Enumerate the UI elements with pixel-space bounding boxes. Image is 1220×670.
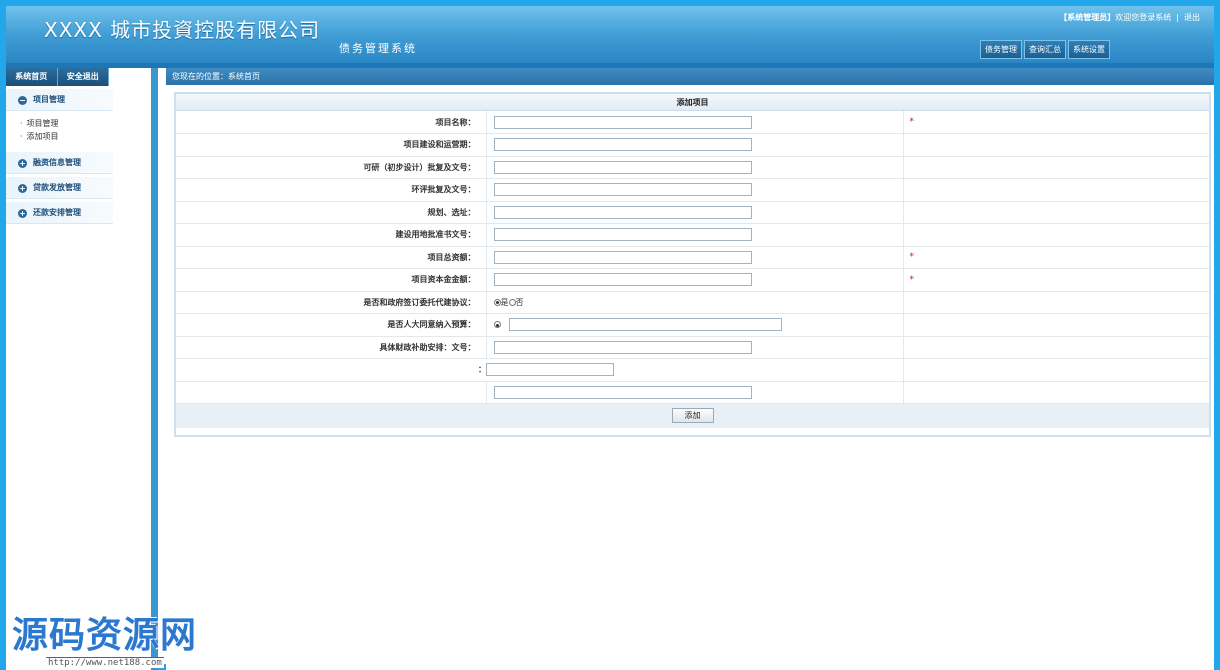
project-name-input[interactable]	[493, 115, 752, 129]
app-frame: XXXX 城市投資控股有限公司 债务管理系统 【系统管理员】欢迎您登录系统 | 退出…	[0, 0, 1220, 670]
form-row: 项目总资额： *	[176, 246, 1209, 269]
radio-yes-label: 是	[500, 297, 509, 307]
radio-no-label: 否	[515, 297, 524, 307]
radio-yes[interactable]	[493, 298, 501, 306]
land-approval-input[interactable]	[493, 228, 752, 242]
header: XXXX 城市投資控股有限公司 债务管理系统 【系统管理员】欢迎您登录系统 | 退出…	[6, 6, 1214, 63]
subsidy-doc-input[interactable]	[493, 340, 752, 354]
form-row: 是否人大同意纳入预算：	[176, 313, 1209, 337]
form-row: 规划、选址：	[176, 201, 1209, 224]
submit-row: 添加	[176, 404, 1209, 428]
radio-no[interactable]	[508, 298, 516, 306]
required-mark	[903, 133, 1209, 157]
add-project-panel: 添加项目 项目名称： * 项目建设和运营期： 可研（初步设计）批复及文号： 环评…	[174, 92, 1211, 437]
form-row: 建设用地批准书文号：	[176, 223, 1209, 247]
field-label: 可研（初步设计）批复及文号：	[176, 156, 487, 179]
field-label: 是否人大同意纳入预算：	[176, 313, 487, 337]
construction-period-input[interactable]	[493, 138, 752, 152]
sidebar-group-label: 融资信息管理	[33, 158, 81, 167]
extra-input-right[interactable]	[493, 385, 752, 399]
watermark-logo: 源码资源网	[12, 615, 198, 656]
add-button[interactable]: 添加	[671, 408, 714, 423]
add-project-form: 项目名称： * 项目建设和运营期： 可研（初步设计）批复及文号： 环评批复及文号…	[176, 111, 1209, 404]
breadcrumb: 您现在的位置：系统首页	[166, 68, 1214, 85]
budget-input[interactable]	[509, 318, 783, 332]
required-mark: *	[903, 111, 1209, 134]
safe-exit-button[interactable]: 安全退出	[58, 68, 109, 86]
form-row: 项目名称： *	[176, 111, 1209, 134]
form-row: 是否和政府签订委托代建协议： 是否	[176, 291, 1209, 314]
required-mark	[903, 156, 1209, 179]
app-subtitle: 债务管理系统	[339, 42, 417, 55]
user-role: 【系统管理员】	[1059, 13, 1116, 22]
top-nav: 债务管理 查询汇总 系统设置	[980, 40, 1110, 59]
sidebar-group-label: 贷款发放管理	[33, 183, 81, 192]
form-row: 环评批复及文号：	[176, 178, 1209, 202]
field-label: 项目资本金金额：	[176, 268, 487, 292]
sidebar-item-add-project[interactable]: · 添加项目	[20, 130, 151, 143]
sidebar-group-label: 还款安排管理	[33, 208, 81, 217]
field-label: 环评批复及文号：	[176, 178, 487, 202]
breadcrumb-current[interactable]: 系统首页	[228, 72, 260, 81]
required-mark	[903, 201, 1209, 224]
user-bar: 【系统管理员】欢迎您登录系统 | 退出	[1059, 13, 1200, 22]
form-row	[176, 381, 1209, 404]
home-button[interactable]: 系统首页	[6, 68, 58, 86]
form-row: 项目资本金金额： *	[176, 268, 1209, 292]
panel-title: 添加项目	[176, 94, 1209, 111]
logout-link[interactable]: 退出	[1184, 13, 1200, 22]
breadcrumb-prefix: 您现在的位置：	[172, 72, 228, 81]
form-row: 可研（初步设计）批复及文号：	[176, 156, 1209, 179]
nav-tab-query[interactable]: 查询汇总	[1024, 40, 1066, 59]
field-label: 建设用地批准书文号：	[176, 223, 487, 247]
form-row: 具体财政补助安排：文号：	[176, 336, 1209, 359]
budget-radio[interactable]	[493, 321, 501, 329]
welcome-text: 欢迎您登录系统	[1115, 13, 1172, 22]
field-label: 项目名称：	[176, 111, 487, 134]
required-mark	[903, 223, 1209, 247]
total-investment-input[interactable]	[493, 250, 752, 264]
capital-amount-input[interactable]	[493, 273, 752, 287]
form-row: ：	[176, 358, 1209, 382]
field-label: 具体财政补助安排：文号：	[176, 336, 487, 359]
plus-circle-icon: +	[18, 209, 27, 218]
required-mark: *	[903, 246, 1209, 269]
sidebar-group-project[interactable]: − 项目管理	[6, 89, 113, 111]
app-title: XXXX 城市投資控股有限公司	[44, 18, 321, 42]
plus-circle-icon: +	[18, 184, 27, 193]
sidebar-group-repayment[interactable]: + 还款安排管理	[6, 202, 113, 224]
required-mark: *	[903, 268, 1209, 292]
plus-circle-icon: +	[18, 159, 27, 168]
main-content: 您现在的位置：系统首页 添加项目 项目名称： * 项目建设和运营期： 可研（初步…	[166, 68, 1214, 670]
sidebar-top-buttons: 系统首页 安全退出	[6, 68, 109, 86]
extra-input-left[interactable]	[486, 363, 614, 377]
nav-tab-debt[interactable]: 债务管理	[980, 40, 1022, 59]
sidebar-item-project-manage[interactable]: · 项目管理	[20, 117, 151, 130]
eia-approval-input[interactable]	[493, 183, 752, 197]
nav-tab-settings[interactable]: 系统设置	[1068, 40, 1110, 59]
form-row: 项目建设和运营期：	[176, 133, 1209, 157]
field-label: 规划、选址：	[176, 201, 487, 224]
sidebar-group-financing[interactable]: + 融资信息管理	[6, 152, 113, 174]
field-label: ：	[478, 365, 486, 375]
feasibility-approval-input[interactable]	[493, 160, 752, 174]
field-label: 项目建设和运营期：	[176, 133, 487, 157]
required-mark	[903, 178, 1209, 202]
planning-site-input[interactable]	[493, 205, 752, 219]
sidebar-subitems: · 项目管理 · 添加项目	[6, 111, 151, 149]
sidebar-group-loan[interactable]: + 贷款发放管理	[6, 177, 113, 199]
minus-circle-icon: −	[18, 96, 27, 105]
sidebar: 系统首页 安全退出 − 项目管理 · 项目管理 · 添加项目 + 融资信息管理 + 贷款发…	[6, 68, 158, 670]
sidebar-group-label: 项目管理	[33, 95, 65, 104]
field-label: 是否和政府签订委托代建协议：	[176, 291, 487, 314]
watermark-url: http://www.net188.com	[46, 657, 164, 668]
field-label: 项目总资额：	[176, 246, 487, 269]
